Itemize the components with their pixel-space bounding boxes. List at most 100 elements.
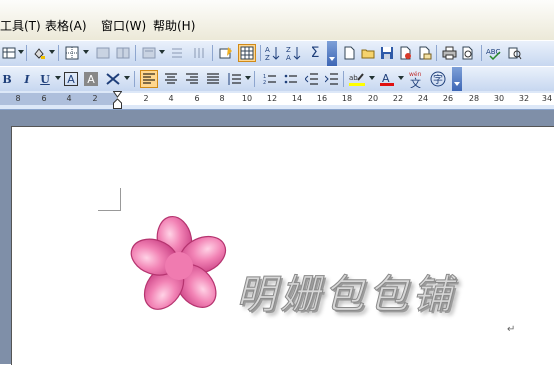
margin-corner-mark <box>98 188 121 211</box>
separator <box>135 45 136 61</box>
ruler-number: 34 <box>541 94 553 103</box>
research-icon[interactable] <box>506 44 524 62</box>
bold-button[interactable]: B <box>0 70 16 88</box>
ruler-number: 26 <box>442 94 454 103</box>
svg-text:ABC: ABC <box>486 48 500 56</box>
ruler-number: 6 <box>194 94 200 103</box>
chevron-down-icon[interactable] <box>18 50 24 54</box>
ruler-number: 28 <box>468 94 480 103</box>
svg-text:A: A <box>265 46 270 54</box>
menu-window[interactable]: 窗口(W) <box>101 19 146 33</box>
formatting-toolbar: B I U A A 12 ab A wén 文 字 <box>0 66 554 92</box>
document-page[interactable] <box>11 126 554 365</box>
ruler-number: 4 <box>66 94 72 103</box>
toolbar-options-icon[interactable] <box>452 67 462 91</box>
bullets-icon[interactable] <box>281 70 299 88</box>
standard-toolbar: AZ ZA Σ ABC <box>0 40 554 67</box>
ruler-number: 2 <box>143 94 149 103</box>
chevron-down-icon[interactable] <box>49 50 55 54</box>
sort-ascending-icon[interactable]: AZ <box>264 44 282 62</box>
ruler-number: 30 <box>493 94 505 103</box>
print-icon[interactable] <box>440 44 458 62</box>
justify-icon[interactable] <box>204 70 222 88</box>
highlight-icon[interactable]: ab <box>348 70 366 88</box>
separator <box>26 45 27 61</box>
decrease-indent-icon[interactable] <box>302 70 320 88</box>
separator <box>58 45 59 61</box>
ruler-number: 14 <box>291 94 303 103</box>
numbering-icon[interactable]: 12 <box>260 70 278 88</box>
chevron-down-icon[interactable] <box>55 76 61 80</box>
separator <box>481 45 482 61</box>
increase-indent-icon[interactable] <box>322 70 340 88</box>
chevron-down-icon[interactable] <box>83 50 89 54</box>
ruler-number: 2 <box>92 94 98 103</box>
align-cell-icon[interactable] <box>140 44 158 62</box>
permission-icon[interactable] <box>397 44 415 62</box>
ruler-number: 24 <box>417 94 429 103</box>
borders-icon[interactable] <box>63 44 81 62</box>
font-color-icon[interactable]: A <box>378 70 396 88</box>
line-spacing-icon[interactable] <box>225 70 243 88</box>
insert-table-icon[interactable] <box>0 44 18 62</box>
char-scale-icon[interactable] <box>104 70 122 88</box>
save-icon[interactable] <box>378 44 396 62</box>
italic-button[interactable]: I <box>18 70 36 88</box>
separator <box>212 45 213 61</box>
align-left-icon[interactable] <box>140 70 158 88</box>
svg-text:A: A <box>286 54 291 61</box>
new-doc-icon[interactable] <box>340 44 358 62</box>
ruler-number: 8 <box>219 94 225 103</box>
table-grid-icon[interactable] <box>238 44 256 62</box>
svg-text:2: 2 <box>263 80 266 85</box>
autoformat-icon[interactable] <box>217 44 235 62</box>
chevron-down-icon[interactable] <box>124 76 130 80</box>
svg-text:ab: ab <box>349 74 358 82</box>
ruler-number: 20 <box>367 94 379 103</box>
toolbar-options-icon[interactable] <box>327 41 337 66</box>
align-center-icon[interactable] <box>162 70 180 88</box>
sum-icon[interactable]: Σ <box>306 44 324 62</box>
ruler-number: 18 <box>341 94 353 103</box>
ruler-number: 16 <box>316 94 328 103</box>
ruler-number: 8 <box>15 94 21 103</box>
menu-tools[interactable]: 工具(T) <box>0 19 41 33</box>
document-area <box>0 110 554 365</box>
svg-text:Z: Z <box>265 54 270 61</box>
menu-help[interactable]: 帮助(H) <box>153 19 195 33</box>
flower-logo <box>130 215 227 310</box>
horizontal-ruler: 8 6 4 2 2 4 6 8 10 12 14 16 18 20 22 24 … <box>0 91 554 110</box>
chevron-down-icon[interactable] <box>159 50 165 54</box>
char-shading-button[interactable]: A <box>84 72 98 86</box>
distribute-columns-icon[interactable] <box>190 44 208 62</box>
menu-bar: 工具(T) 表格(A) 窗口(W) 帮助(H) <box>0 0 554 40</box>
print-preview-icon[interactable] <box>459 44 477 62</box>
char-border-button[interactable]: A <box>64 72 78 86</box>
chevron-down-icon[interactable] <box>245 76 251 80</box>
separator <box>343 71 344 87</box>
menu-table[interactable]: 表格(A) <box>45 19 87 33</box>
underline-button[interactable]: U <box>36 70 54 88</box>
svg-text:文: 文 <box>410 76 421 88</box>
email-icon[interactable] <box>416 44 434 62</box>
align-right-icon[interactable] <box>183 70 201 88</box>
distribute-rows-icon[interactable] <box>168 44 186 62</box>
svg-text:Z: Z <box>286 46 291 54</box>
separator <box>260 45 261 61</box>
ruler-number: 6 <box>41 94 47 103</box>
chevron-down-icon[interactable] <box>369 76 375 80</box>
sort-descending-icon[interactable]: ZA <box>285 44 303 62</box>
ruler-number: 4 <box>168 94 174 103</box>
chevron-down-icon[interactable] <box>398 76 404 80</box>
open-icon[interactable] <box>359 44 377 62</box>
enclose-characters-button[interactable]: 字 <box>429 70 447 88</box>
ruler-number: 10 <box>241 94 253 103</box>
merge-cells-icon[interactable] <box>94 44 112 62</box>
phonetic-guide-button[interactable]: wén 文 <box>408 70 426 88</box>
ruler-number: 12 <box>266 94 278 103</box>
split-cells-icon[interactable] <box>114 44 132 62</box>
spelling-icon[interactable]: ABC <box>485 44 503 62</box>
shading-icon[interactable] <box>30 44 48 62</box>
svg-text:字: 字 <box>433 73 443 86</box>
indent-marker-icon[interactable] <box>113 91 122 109</box>
